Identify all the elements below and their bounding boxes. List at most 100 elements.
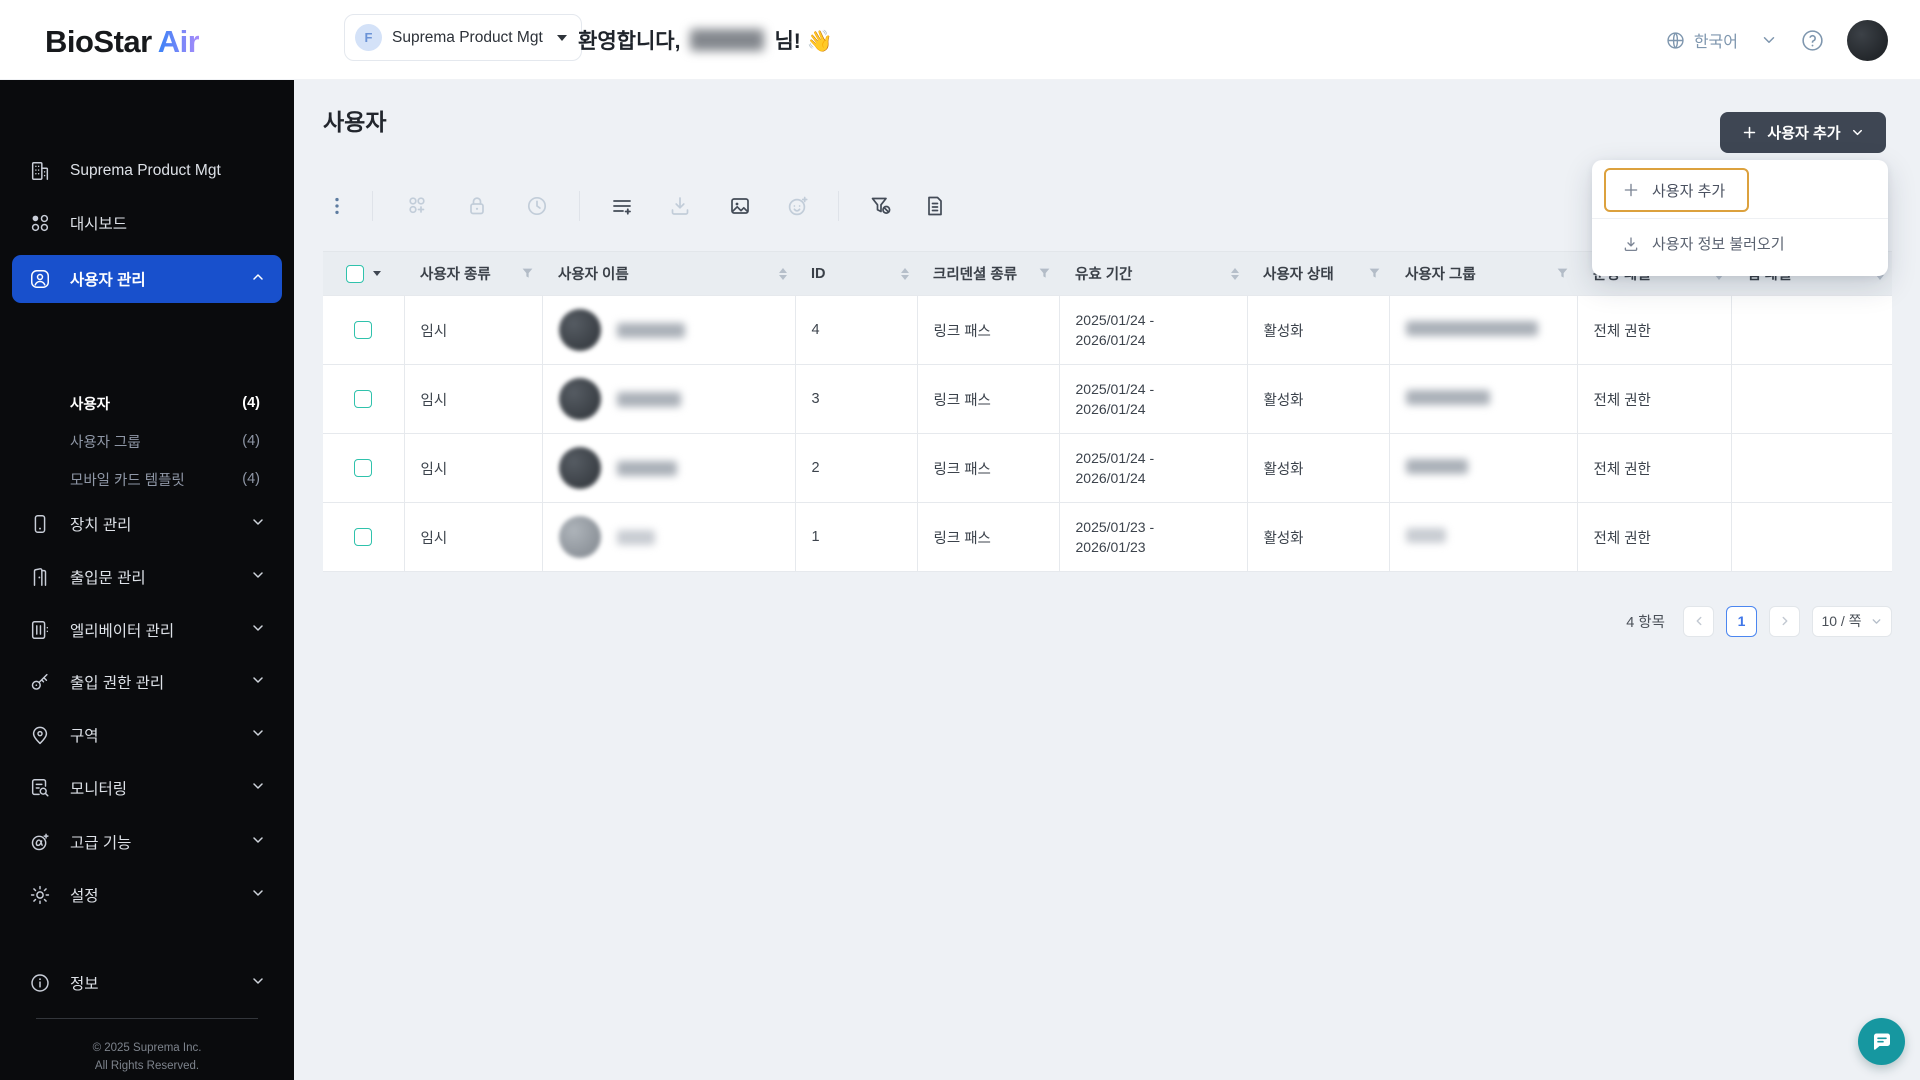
menu-item-import-users[interactable]: 사용자 정보 불러오기 (1592, 219, 1888, 268)
table-toolbar (326, 183, 947, 229)
row-checkbox[interactable] (354, 528, 373, 546)
biostar-air-logo: BioStar Air (45, 24, 200, 60)
row-checkbox[interactable] (354, 390, 373, 408)
table-row[interactable]: 임시 1 링크 패스 2025/01/23 - 2026/01/23 활성화 전체… (323, 502, 1892, 572)
column-user-name[interactable]: 사용자 이름 (542, 251, 795, 296)
sidebar-item-label: 엘리베이터 관리 (70, 623, 175, 640)
user-group-cell (1388, 364, 1577, 434)
sidebar-item-door-management[interactable]: 출입문 관리 (12, 555, 282, 599)
user-avatar[interactable] (1847, 19, 1888, 61)
elevator-icon (28, 619, 52, 641)
prev-page-button[interactable] (1683, 605, 1714, 637)
row-select-cell (323, 502, 404, 572)
device-icon (28, 513, 52, 535)
sidebar-item-user-management[interactable]: 사용자 관리 (12, 255, 282, 303)
filter-icon[interactable] (1368, 267, 1381, 280)
sidebar-item-settings[interactable]: 설정 (12, 873, 282, 917)
menu-item-label: 사용자 정보 불러오기 (1652, 236, 1785, 253)
table-row[interactable]: 임시 4 링크 패스 2025/01/24 - 2026/01/24 활성화 전체… (323, 295, 1892, 365)
redacted-group (1405, 389, 1490, 405)
user-photo (558, 516, 601, 558)
chevron-down-icon (250, 620, 266, 641)
sidebar-item-label: 대시보드 (70, 216, 128, 233)
lock-icon[interactable] (465, 194, 489, 218)
chevron-down-icon[interactable] (1760, 31, 1778, 49)
image-icon[interactable] (728, 194, 752, 218)
sidebar-item-advanced-features[interactable]: 고급 기능 (12, 820, 282, 864)
selection-caret-icon[interactable] (373, 271, 381, 276)
sort-icon[interactable] (1231, 267, 1239, 280)
table-row[interactable]: 임시 2 링크 패스 2025/01/24 - 2026/01/24 활성화 전체… (323, 433, 1892, 503)
info-icon (28, 972, 52, 994)
sidebar-subitem-users[interactable]: 사용자 (4) (12, 385, 282, 421)
advanced-features-icon (28, 831, 52, 853)
sidebar-item-device-management[interactable]: 장치 관리 (12, 502, 282, 546)
building-icon (28, 160, 52, 182)
language-selector[interactable]: 한국어 (1665, 28, 1738, 52)
column-user-type[interactable]: 사용자 종류 (404, 251, 542, 296)
app-level-cell (1730, 433, 1892, 503)
sidebar-item-org[interactable]: Suprema Product Mgt (12, 149, 282, 193)
filter-icon[interactable] (521, 267, 534, 280)
sidebar-item-elevator-management[interactable]: 엘리베이터 관리 (12, 608, 282, 652)
column-settings-icon[interactable] (610, 194, 634, 218)
filter-icon[interactable] (1038, 267, 1051, 280)
globe-icon (1667, 31, 1684, 49)
add-user-dropdown-menu: 사용자 추가 사용자 정보 불러오기 (1592, 160, 1888, 276)
status-cell: 활성화 (1246, 502, 1389, 572)
table-row[interactable]: 임시 3 링크 패스 2025/01/24 - 2026/01/24 활성화 전체… (323, 364, 1892, 434)
sidebar-item-zones[interactable]: 구역 (12, 713, 282, 757)
column-user-status[interactable]: 사용자 상태 (1247, 251, 1389, 296)
face-enroll-icon[interactable] (786, 194, 810, 218)
credential-cell: 링크 패스 (916, 502, 1059, 572)
sort-icon[interactable] (901, 267, 909, 280)
sidebar-item-dashboard[interactable]: 대시보드 (12, 201, 282, 245)
add-to-group-icon[interactable] (405, 194, 429, 218)
clock-icon[interactable] (525, 194, 549, 218)
next-page-button[interactable] (1769, 605, 1800, 637)
sidebar-item-label: 고급 기능 (70, 835, 132, 852)
column-id[interactable]: ID (795, 251, 917, 296)
report-icon[interactable] (923, 194, 947, 218)
sidebar-item-label: 모니터링 (70, 781, 128, 798)
row-checkbox[interactable] (354, 321, 373, 339)
user-id-cell: 1 (794, 502, 917, 572)
valid-to: 2026/01/23 (1075, 539, 1146, 555)
more-options-icon[interactable] (326, 195, 348, 217)
sort-icon[interactable] (779, 267, 787, 280)
sidebar-item-label: 정보 (70, 976, 99, 993)
row-select-cell (323, 364, 404, 434)
credential-cell: 링크 패스 (916, 295, 1059, 365)
organization-selector[interactable]: F Suprema Product Mgt (344, 14, 582, 61)
user-id-cell: 2 (794, 433, 917, 503)
copyright-footer: © 2025 Suprema Inc. All Rights Reserved. (0, 1040, 294, 1076)
user-icon (28, 268, 52, 290)
clear-filter-icon[interactable] (869, 194, 893, 218)
redacted-name (616, 460, 677, 476)
redacted-group (1405, 320, 1538, 336)
select-all-checkbox[interactable] (346, 264, 364, 283)
chat-support-button[interactable] (1858, 1018, 1905, 1065)
page-size-select[interactable]: 10 / 쪽 (1812, 605, 1892, 637)
menu-item-add-user[interactable]: 사용자 추가 (1604, 168, 1750, 212)
row-checkbox[interactable] (354, 459, 373, 477)
sidebar-item-info[interactable]: 정보 (12, 961, 282, 1005)
valid-from: 2025/01/24 - (1075, 381, 1155, 397)
redacted-group (1405, 527, 1446, 543)
sidebar-subitem-mobile-card-templates[interactable]: 모바일 카드 템플릿 (4) (12, 461, 282, 497)
sidebar-subitem-user-groups[interactable]: 사용자 그룹 (4) (12, 423, 282, 459)
current-page-button[interactable]: 1 (1726, 605, 1757, 637)
column-credential-type[interactable]: 크리덴셜 종류 (917, 251, 1059, 296)
total-items-label: 4 항목 (1626, 614, 1665, 631)
user-name-cell (541, 364, 795, 434)
column-valid-period[interactable]: 유효 기간 (1059, 251, 1247, 296)
sidebar-item-access-control[interactable]: 출입 권한 관리 (12, 660, 282, 704)
copyright-line1: © 2025 Suprema Inc. (92, 1042, 202, 1054)
sidebar-item-monitoring[interactable]: 모니터링 (12, 766, 282, 810)
help-icon[interactable] (1800, 28, 1825, 53)
download-icon[interactable] (668, 194, 692, 218)
chevron-down-icon (1870, 615, 1883, 628)
column-user-group[interactable]: 사용자 그룹 (1389, 251, 1577, 296)
add-user-button[interactable]: 사용자 추가 (1720, 112, 1886, 153)
filter-icon[interactable] (1556, 267, 1569, 280)
